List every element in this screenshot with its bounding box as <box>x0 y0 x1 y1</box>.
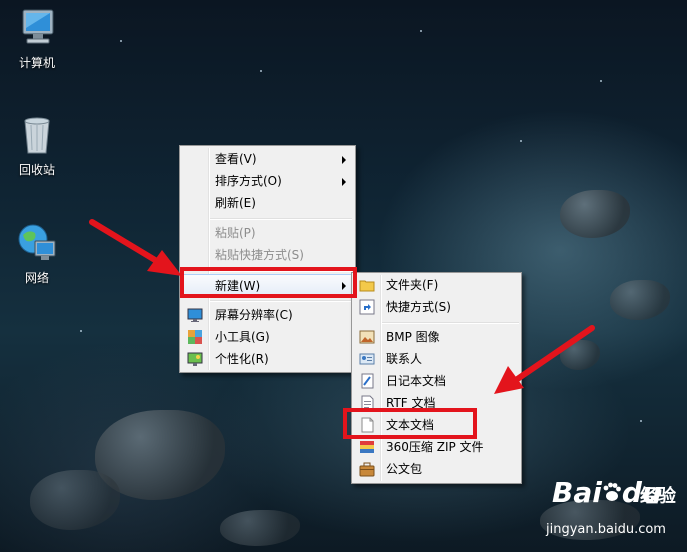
gadgets-icon <box>187 329 203 345</box>
menu-item-label: 粘贴快捷方式(S) <box>215 248 304 262</box>
submenu-arrow-icon <box>342 178 346 186</box>
submenu-arrow-icon <box>342 156 346 164</box>
desktop-context-menu: 查看(V) 排序方式(O) 刷新(E) 粘贴(P) 粘贴快捷方式(S) 新建(W… <box>179 145 356 373</box>
jingyan-url: jingyan.baidu.com <box>546 522 666 537</box>
menu-item-label: 个性化(R) <box>215 352 269 366</box>
menu-item-label: 排序方式(O) <box>215 174 282 188</box>
menu-item-refresh[interactable]: 刷新(E) <box>182 192 353 214</box>
network-icon <box>15 221 59 265</box>
menu-item-new-folder[interactable]: 文件夹(F) <box>354 274 519 296</box>
journal-document-icon <box>359 373 375 389</box>
zip-archive-icon <box>359 439 375 455</box>
menu-item-label: 联系人 <box>386 352 423 366</box>
display-resolution-icon <box>187 307 203 323</box>
desktop-icon-recycle-bin[interactable]: 回收站 <box>2 113 72 178</box>
paw-icon <box>602 478 622 501</box>
menu-item-new-journal[interactable]: 日记本文档 <box>354 370 519 392</box>
shortcut-icon <box>359 299 375 315</box>
menu-separator <box>210 218 352 220</box>
menu-item-view[interactable]: 查看(V) <box>182 148 353 170</box>
menu-item-screen-resolution[interactable]: 屏幕分辨率(C) <box>182 304 353 326</box>
menu-item-label: 文件夹(F) <box>386 278 439 292</box>
menu-item-label: 快捷方式(S) <box>386 300 451 314</box>
menu-item-paste-shortcut: 粘贴快捷方式(S) <box>182 244 353 266</box>
menu-separator <box>382 322 519 324</box>
annotation-box-new <box>180 267 357 298</box>
briefcase-icon <box>359 461 375 477</box>
menu-item-gadgets[interactable]: 小工具(G) <box>182 326 353 348</box>
menu-item-label: 屏幕分辨率(C) <box>215 308 293 322</box>
desktop-icon-label: 计算机 <box>18 56 55 70</box>
desktop-icon-label: 网络 <box>24 271 49 285</box>
menu-item-sort-by[interactable]: 排序方式(O) <box>182 170 353 192</box>
computer-icon <box>15 6 59 50</box>
menu-item-label: 日记本文档 <box>386 374 447 388</box>
menu-item-new-briefcase[interactable]: 公文包 <box>354 458 519 480</box>
menu-item-label: 粘贴(P) <box>215 226 256 240</box>
personalize-icon <box>187 351 203 367</box>
folder-icon <box>359 277 375 293</box>
jingyan-product: 经验 <box>640 486 676 507</box>
menu-separator <box>210 300 352 302</box>
menu-item-new-contact[interactable]: 联系人 <box>354 348 519 370</box>
annotation-box-text-document <box>343 408 477 439</box>
menu-item-new-bmp[interactable]: BMP 图像 <box>354 326 519 348</box>
baidu-brand-text: Bai <box>552 476 602 509</box>
baidu-watermark: Bai du 经验 jingyan.baidu.com <box>546 476 684 548</box>
menu-item-new-shortcut[interactable]: 快捷方式(S) <box>354 296 519 318</box>
desktop-icon-label: 回收站 <box>18 163 55 177</box>
menu-item-label: 360压缩 ZIP 文件 <box>386 440 484 454</box>
menu-item-paste: 粘贴(P) <box>182 222 353 244</box>
menu-item-label: 小工具(G) <box>215 330 270 344</box>
desktop-icon-computer[interactable]: 计算机 <box>2 6 72 71</box>
new-submenu: 文件夹(F) 快捷方式(S) BMP 图像 联系人 日记本文档 RTF 文档 文… <box>351 272 522 484</box>
bmp-image-icon <box>359 329 375 345</box>
desktop-icon-network[interactable]: 网络 <box>2 221 72 286</box>
recycle-bin-icon <box>15 113 59 157</box>
menu-item-label: 公文包 <box>386 462 423 476</box>
menu-item-label: 查看(V) <box>215 152 257 166</box>
menu-item-personalize[interactable]: 个性化(R) <box>182 348 353 370</box>
menu-item-label: 刷新(E) <box>215 196 256 210</box>
contact-icon <box>359 351 375 367</box>
menu-item-new-zip[interactable]: 360压缩 ZIP 文件 <box>354 436 519 458</box>
menu-item-label: BMP 图像 <box>386 330 440 344</box>
